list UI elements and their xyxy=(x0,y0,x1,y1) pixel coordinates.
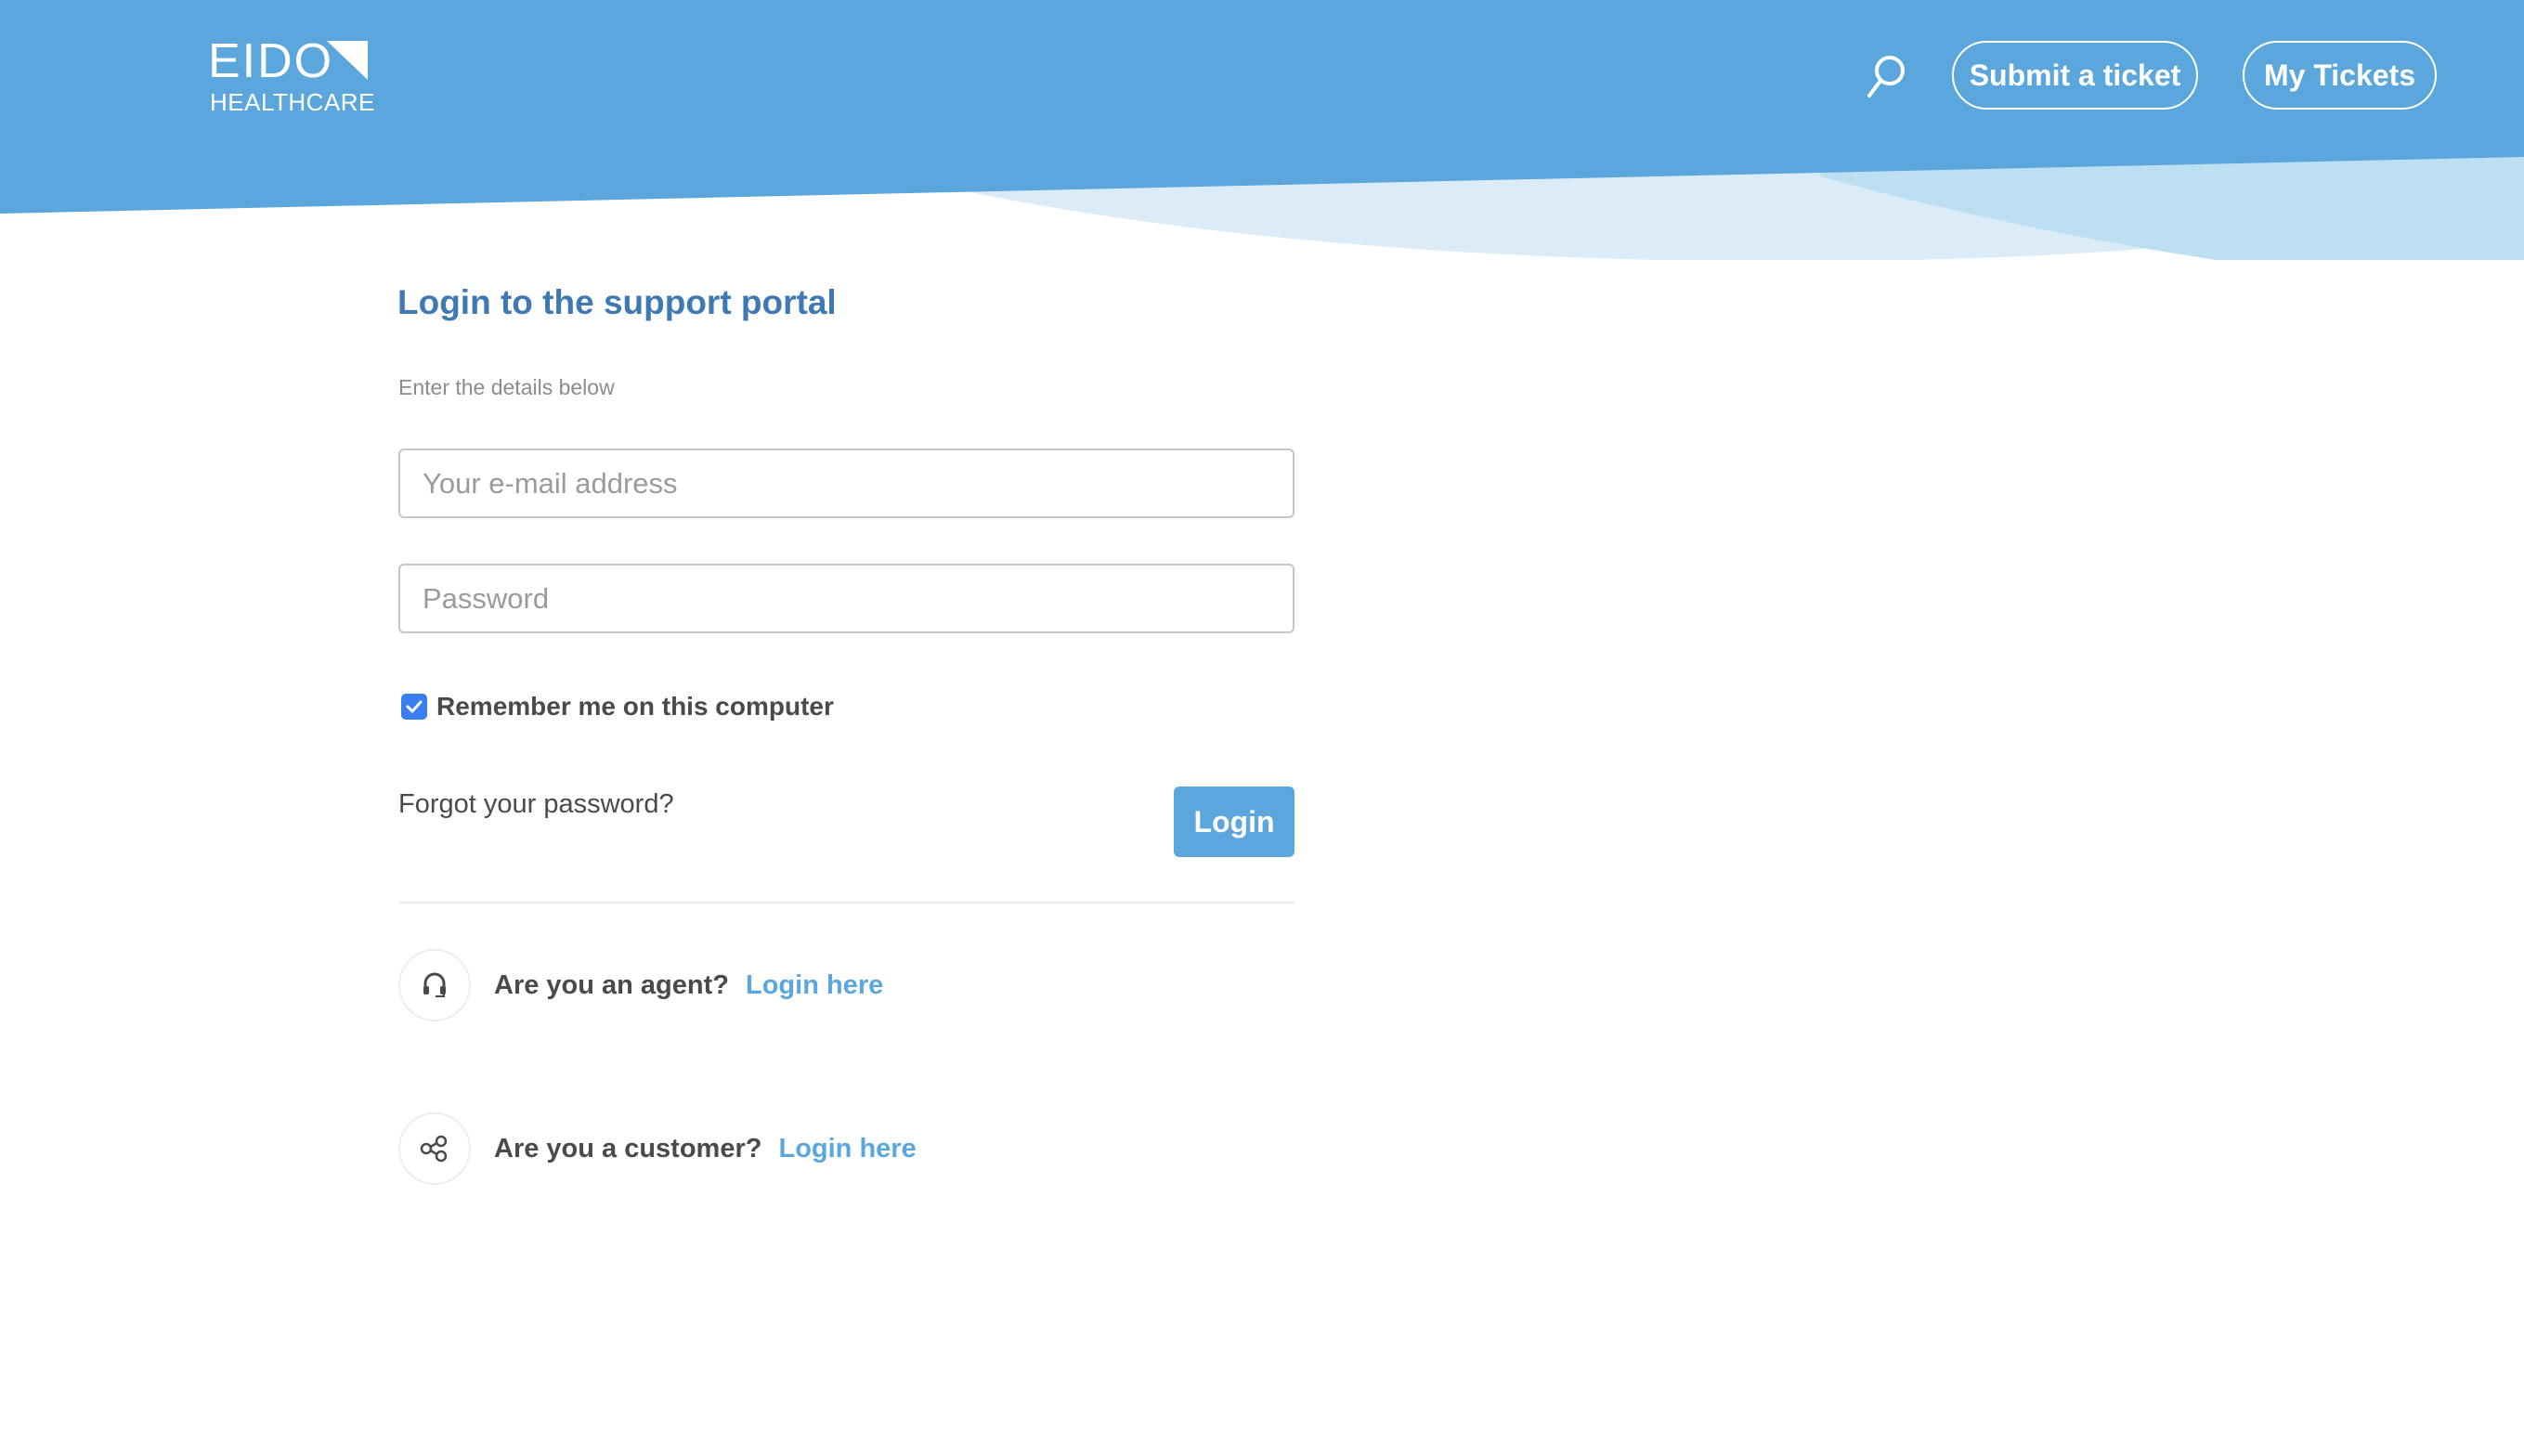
agent-login-row: Are you an agent? Login here xyxy=(398,949,883,1021)
header-background xyxy=(0,0,2524,260)
password-field[interactable] xyxy=(398,564,1295,633)
share-nodes-icon xyxy=(420,1135,448,1163)
customer-icon-badge xyxy=(398,1112,471,1185)
logo-wordmark: EIDO xyxy=(208,34,334,88)
page-title: Login to the support portal xyxy=(397,283,837,321)
logo-triangle-icon xyxy=(327,41,368,80)
search-icon xyxy=(1867,56,1905,98)
login-button[interactable]: Login xyxy=(1174,786,1295,857)
customer-question: Are you a customer? xyxy=(494,1133,762,1164)
email-field[interactable] xyxy=(398,448,1295,518)
divider xyxy=(398,902,1295,904)
submit-ticket-button[interactable]: Submit a ticket xyxy=(1952,41,2198,110)
checkbox-checked[interactable] xyxy=(401,694,427,720)
logo-subtitle: HEALTHCARE xyxy=(210,88,375,116)
agent-login-link[interactable]: Login here xyxy=(746,970,883,1001)
headset-icon xyxy=(423,972,446,997)
remember-me-checkbox[interactable]: Remember me on this computer xyxy=(401,692,834,722)
page-subtitle: Enter the details below xyxy=(398,375,615,399)
customer-login-row: Are you a customer? Login here xyxy=(398,1112,917,1185)
forgot-password-link[interactable]: Forgot your password? xyxy=(398,789,674,820)
checkmark-icon xyxy=(406,700,423,713)
my-tickets-button[interactable]: My Tickets xyxy=(2243,41,2437,110)
brand-logo[interactable]: EIDO HEALTHCARE xyxy=(208,34,374,116)
agent-question: Are you an agent? xyxy=(494,969,729,1000)
remember-me-label: Remember me on this computer xyxy=(436,692,834,721)
agent-icon-badge xyxy=(398,949,471,1021)
customer-login-link[interactable]: Login here xyxy=(778,1134,916,1164)
search-button[interactable] xyxy=(1861,52,1909,100)
